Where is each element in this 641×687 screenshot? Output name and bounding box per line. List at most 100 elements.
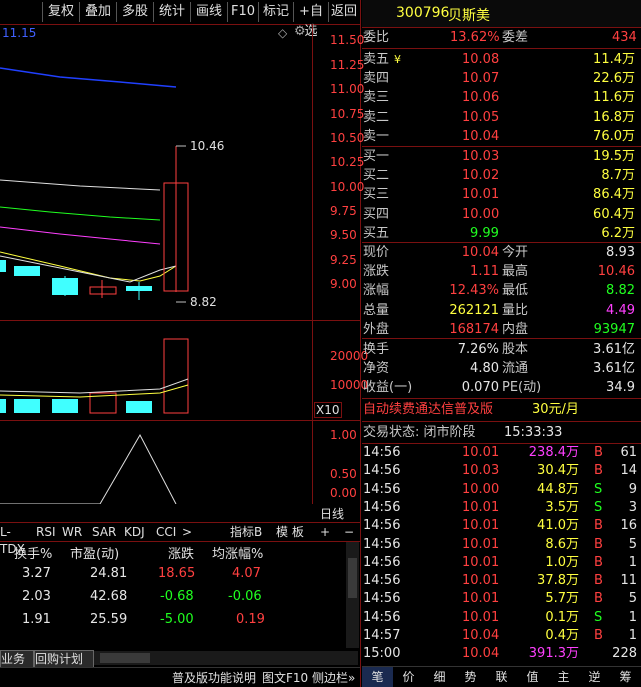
toolbar-multi-stock-button[interactable]: 多股 bbox=[116, 2, 153, 22]
toolbar-restore-rights-button[interactable]: 复权 bbox=[42, 2, 79, 22]
price-axis-tick: 11.25 bbox=[330, 58, 365, 72]
table-row[interactable]: 1.91 25.59 -5.00 0.19 bbox=[0, 610, 345, 630]
toolbar-f10-button[interactable]: F10 bbox=[227, 2, 258, 22]
col-header-pe[interactable]: 市盈(动) bbox=[70, 543, 119, 562]
volume-bar bbox=[14, 399, 40, 413]
ask-row[interactable]: 卖一 10.04 76.0万 bbox=[362, 127, 641, 147]
tick-volume: 8.6万 bbox=[545, 536, 579, 552]
candlestick-chart[interactable] bbox=[0, 24, 312, 320]
volume-chart[interactable] bbox=[0, 321, 312, 420]
quote-tab[interactable]: 细 bbox=[424, 667, 455, 687]
stat-value: 8.82 bbox=[606, 283, 635, 299]
tab-business[interactable]: 业务 bbox=[0, 650, 34, 668]
price-axis-tick: 11.50 bbox=[330, 33, 365, 47]
toolbar-back-button[interactable]: 返回 bbox=[328, 2, 359, 22]
ask-price: 10.05 bbox=[462, 109, 500, 125]
fundamental-label: PE(动) bbox=[502, 380, 542, 396]
stat-label: 最低 bbox=[502, 283, 529, 299]
help-button[interactable]: 普及版功能说明 bbox=[172, 669, 256, 686]
volume-bar bbox=[163, 338, 189, 414]
tick-count: 14 bbox=[620, 463, 637, 479]
cell-change: -0.68 bbox=[160, 589, 194, 604]
col-header-avg-change[interactable]: 均涨幅% bbox=[212, 543, 263, 562]
quote-tab[interactable]: 主 bbox=[548, 667, 579, 687]
bid-row[interactable]: 买四 10.00 60.4万 bbox=[362, 205, 641, 225]
col-header-turnover[interactable]: 换手% bbox=[14, 543, 52, 562]
stat-row: 涨跌 1.11 最高 10.46 bbox=[362, 262, 641, 282]
tick-time: 14:57 bbox=[363, 628, 401, 643]
tab-wr[interactable]: WR bbox=[62, 524, 88, 541]
ask-level-label: 卖二 bbox=[363, 109, 390, 125]
tab-buyback-plan[interactable]: 回购计划 bbox=[34, 650, 94, 668]
cell-turnover: 2.03 bbox=[22, 589, 51, 604]
indicator-axis-tick: 0.50 bbox=[330, 467, 357, 481]
stat-value: 1.11 bbox=[470, 264, 499, 280]
quote-tab[interactable]: 势 bbox=[455, 667, 486, 687]
table-row[interactable]: 2.03 42.68 -0.68 -0.06 bbox=[0, 587, 345, 607]
table-vertical-scrollbar[interactable] bbox=[346, 542, 359, 648]
ask-row[interactable]: 卖三 10.06 11.6万 bbox=[362, 88, 641, 108]
stat-label: 外盘 bbox=[363, 321, 390, 337]
tick-side: B bbox=[594, 463, 603, 479]
tab-cci[interactable]: CCI bbox=[156, 524, 180, 541]
quote-tab[interactable]: 价 bbox=[393, 667, 424, 687]
table-horizontal-scrollbar[interactable] bbox=[94, 651, 358, 665]
ask-row[interactable]: 卖四 10.07 22.6万 bbox=[362, 69, 641, 89]
toolbar-overlay-button[interactable]: 叠加 bbox=[79, 2, 116, 22]
indicator-b-button[interactable]: 指标B bbox=[230, 524, 270, 541]
cell-avg: 0.19 bbox=[236, 612, 265, 627]
bid-price: 9.99 bbox=[470, 225, 499, 241]
tab-kdj[interactable]: KDJ bbox=[124, 524, 152, 541]
promo-text: 自动续费通达信普及版 bbox=[363, 402, 494, 417]
quote-tab[interactable]: 筹 bbox=[610, 667, 641, 687]
tick-side: B bbox=[594, 554, 603, 570]
toolbar-draw-line-button[interactable]: 画线 bbox=[190, 2, 227, 22]
zoom-out-button[interactable]: − bbox=[344, 524, 354, 541]
quote-tab[interactable]: 笔 bbox=[362, 667, 393, 687]
stat-value: 93947 bbox=[593, 321, 635, 337]
template-button[interactable]: 模 板 bbox=[276, 524, 306, 541]
ma-line-magenta bbox=[0, 226, 161, 245]
quote-tab[interactable]: 逆 bbox=[579, 667, 610, 687]
col-header-change[interactable]: 涨跌 bbox=[168, 543, 194, 562]
ask-volume: 16.8万 bbox=[593, 109, 635, 125]
day-line-label[interactable]: 日线 bbox=[320, 505, 344, 522]
cell-pe: 24.81 bbox=[90, 566, 128, 581]
quote-tab[interactable]: 值 bbox=[517, 667, 548, 687]
table-row[interactable]: 3.27 24.81 18.65 4.07 bbox=[0, 564, 345, 584]
price-axis-tick: 9.50 bbox=[330, 228, 357, 242]
tab-more[interactable]: > bbox=[182, 524, 192, 541]
toolbar-statistics-button[interactable]: 统计 bbox=[153, 2, 190, 22]
f10-text-button[interactable]: 图文F10 bbox=[262, 669, 308, 686]
ask-level-label: 卖五 bbox=[363, 52, 390, 67]
ask-row[interactable]: 卖五 ¥10.08 11.4万 bbox=[362, 50, 641, 70]
tick-row: 14:56 10.01 37.8万 B 11 bbox=[362, 572, 641, 590]
promo-banner[interactable]: 自动续费通达信普及版 30元/月 bbox=[362, 400, 641, 420]
bid-row[interactable]: 买五 9.99 6.2万 bbox=[362, 224, 641, 244]
bid-level-label: 买三 bbox=[363, 187, 390, 203]
tick-count: 5 bbox=[628, 591, 637, 607]
toolbar-mark-button[interactable]: 标记 bbox=[258, 2, 293, 22]
zoom-in-button[interactable]: + bbox=[320, 524, 330, 541]
tick-price: 10.03 bbox=[462, 463, 500, 479]
bid-row[interactable]: 买一 10.03 19.5万 bbox=[362, 147, 641, 167]
stat-value: 4.49 bbox=[606, 302, 635, 318]
candle bbox=[89, 286, 117, 295]
sidebar-toggle-button[interactable]: 侧边栏» bbox=[312, 669, 355, 686]
quote-tab[interactable]: 联 bbox=[486, 667, 517, 687]
tab-rsi[interactable]: RSI bbox=[36, 524, 60, 541]
bid-price: 10.01 bbox=[462, 187, 500, 203]
tab-sar[interactable]: SAR bbox=[92, 524, 120, 541]
bid-row[interactable]: 买三 10.01 86.4万 bbox=[362, 185, 641, 205]
toolbar-add-watchlist-button[interactable]: +自选 bbox=[293, 2, 328, 39]
cell-turnover: 1.91 bbox=[22, 612, 51, 627]
price-axis-tick: 9.25 bbox=[330, 253, 357, 267]
ask-row[interactable]: 卖二 10.05 16.8万 bbox=[362, 108, 641, 128]
bid-row[interactable]: 买二 10.02 8.7万 bbox=[362, 166, 641, 186]
stat-label: 内盘 bbox=[502, 321, 529, 337]
indicator-chart[interactable] bbox=[0, 421, 312, 504]
stat-value: 8.93 bbox=[606, 245, 635, 260]
bid-volume: 19.5万 bbox=[593, 149, 635, 164]
tick-side: B bbox=[594, 628, 603, 643]
tab-ltdx[interactable]: L-TDX bbox=[0, 524, 34, 556]
